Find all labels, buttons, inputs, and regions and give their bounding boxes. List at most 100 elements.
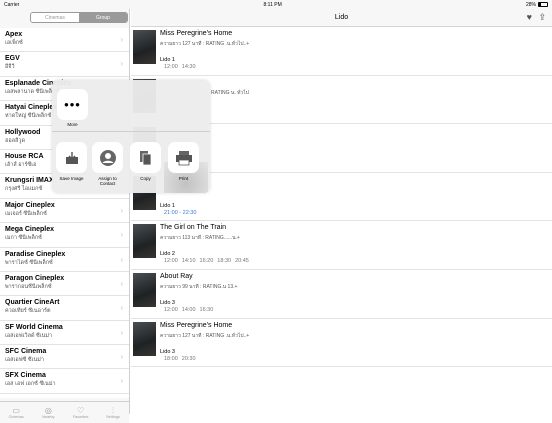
segment-cinemas[interactable]: Cinemas xyxy=(31,13,79,22)
showtime[interactable]: 20:45 xyxy=(235,258,249,264)
cinema-name-th: เมกา ซีนีเพล็กซ์ xyxy=(5,235,42,242)
movie-info: ความยาว 113 นาที : RATING......น.+ xyxy=(160,235,240,242)
segment-group[interactable]: Group xyxy=(79,13,127,22)
hall-label: Lido 2 xyxy=(160,251,175,258)
cinema-row[interactable]: Quartier CineArt ควอเทียร์ ซีเนอาร์ต › xyxy=(0,296,129,321)
cinema-row[interactable]: SFC Cinema เอสเอฟซี ซีเนม่า › xyxy=(0,345,129,370)
tab-settings[interactable]: ⫶ Settings xyxy=(97,402,129,423)
chevron-right-icon: › xyxy=(120,278,123,288)
showtimes: 18:00 20:30 xyxy=(164,356,196,362)
chevron-right-icon: › xyxy=(120,327,123,337)
tab-label: Favorites xyxy=(72,415,89,419)
showtime[interactable]: 12:00 xyxy=(164,307,178,313)
battery-percent: 28% xyxy=(525,1,536,8)
action-label: Copy xyxy=(140,176,151,181)
tab-label: Cinemas xyxy=(8,415,24,419)
cinema-name-th: พารากอนซีนีเพล็กซ์ xyxy=(5,283,52,290)
status-right: 28% xyxy=(526,2,548,8)
cinema-name-th: อีจีวี xyxy=(5,64,15,71)
cinema-name-en: Quartier CineArt xyxy=(5,299,60,307)
status-bar: Carrier 8:11 PM 28% xyxy=(0,0,552,9)
movie-row[interactable]: Miss Peregrine's Home ความยาว 127 นาที :… xyxy=(131,27,552,76)
movie-info: ความยาว 99 นาที : RATING.น 13.+ xyxy=(160,283,238,290)
print-icon xyxy=(168,142,199,173)
showtime[interactable]: 18:00 xyxy=(164,356,178,362)
chevron-right-icon: › xyxy=(120,205,123,215)
tab-label: Nearby xyxy=(42,415,55,419)
action-label: Save Image xyxy=(59,176,84,181)
movie-info: ความยาว 127 นาที : RATING .น.ทั่วไป..+ xyxy=(160,41,250,47)
ellipsis-icon: ••• xyxy=(64,97,81,112)
more-button[interactable]: ••• xyxy=(57,89,88,120)
cinema-list-pane: Cinemas Group Apex เอเพ็กซ์ › EGV อีจีวี › E… xyxy=(0,9,130,423)
movie-info: ความยาว 127 นาที : RATING .น.ทั่วไป..+ xyxy=(160,332,250,339)
tab-cinemas[interactable]: ▭ Cinemas xyxy=(0,402,32,423)
save-image-button[interactable]: Save Image xyxy=(56,142,87,181)
copy-button[interactable]: Copy xyxy=(130,142,161,181)
tab-favorites[interactable]: ♡ Favorites xyxy=(65,402,97,423)
hall-label: Lido 3 xyxy=(160,348,175,355)
showtime[interactable]: 12:00 xyxy=(164,258,178,264)
showtime[interactable]: 16:20 xyxy=(200,258,214,264)
chevron-right-icon: › xyxy=(120,303,123,313)
cinema-name-en: Apex xyxy=(5,31,23,38)
movie-title: Miss Peregrine's Home xyxy=(160,321,233,329)
showtimes: 12:00 14:30 xyxy=(164,64,196,70)
cinema-name-th: เอสเอฟซี ซีเนม่า xyxy=(5,357,44,364)
cinema-name-th: ควอเทียร์ ซีเนอาร์ต xyxy=(5,308,51,315)
favorite-heart-icon[interactable]: ♥ xyxy=(527,12,532,22)
movie-poster xyxy=(133,321,156,356)
cinema-row[interactable]: Major Cineplex เมเจอร์ ซีนีเพล็กซ์ › xyxy=(0,198,129,224)
share-sheet-top-row: ••• More xyxy=(52,80,210,193)
cinema-row[interactable]: Apex เอเพ็กซ์ › xyxy=(0,28,129,53)
movie-row[interactable]: About Ray ความยาว 99 นาที : RATING.น 13.… xyxy=(131,269,552,319)
carrier-label: Carrier xyxy=(4,1,20,8)
showtime[interactable]: 18:30 xyxy=(217,258,231,264)
assign-contact-button[interactable]: Assign to Contact xyxy=(92,142,123,186)
clock: 8:11 PM xyxy=(263,1,282,8)
movie-poster xyxy=(133,272,156,307)
showtime[interactable]: 14:00 xyxy=(182,307,196,313)
showtimes: 21:00 - 22:30 xyxy=(164,210,196,216)
share-actions-row: Save Image Assign to Contact Copy Print xyxy=(52,133,210,193)
hall-label: Lido 1 xyxy=(160,202,175,209)
showtime[interactable]: 20:30 xyxy=(182,356,196,362)
share-icon[interactable]: ⇪ xyxy=(538,12,546,23)
copy-icon xyxy=(130,142,161,173)
hall-label: Lido 3 xyxy=(160,299,175,306)
cinema-row[interactable]: Paragon Cineplex พารากอนซีนีเพล็กซ์ › xyxy=(0,271,129,297)
cinema-row[interactable]: Paradise Cineplex พาราไดซ์ ซีนีเพล็กซ์ › xyxy=(0,247,129,272)
movie-poster xyxy=(133,30,156,64)
more-label: More xyxy=(67,122,78,127)
tab-nearby[interactable]: ◎ Nearby xyxy=(32,402,64,423)
showtime[interactable]: 21:00 - 22:30 xyxy=(164,210,196,216)
movie-row[interactable]: Miss Peregrine's Home ความยาว 127 นาที :… xyxy=(131,318,552,368)
cinema-row[interactable]: SFX Cinema เอส เอฟ เอกซ์ ซีเนม่า › xyxy=(0,369,129,394)
print-button[interactable]: Print xyxy=(168,142,199,181)
cinema-name-en: SFX Cinema xyxy=(5,372,46,380)
movie-row[interactable]: The Girl on The Train ความยาว 113 นาที :… xyxy=(131,221,552,270)
chevron-right-icon: › xyxy=(120,35,123,44)
battery-icon xyxy=(537,2,548,7)
cinema-row[interactable]: Mega Cineplex เมกา ซีนีเพล็กซ์ › xyxy=(0,223,129,248)
cinema-name-en: SFC Cinema xyxy=(5,348,47,356)
cinema-name-en: EGV xyxy=(5,55,20,63)
showtime[interactable]: 12:00 xyxy=(164,64,178,70)
cinema-name-en: Major Cineplex xyxy=(5,201,55,209)
showtime[interactable]: 14:30 xyxy=(182,64,196,70)
chevron-right-icon: › xyxy=(120,352,123,362)
cinema-name-en: Paradise Cineplex xyxy=(5,250,66,258)
chevron-right-icon: › xyxy=(120,59,123,69)
showtime[interactable]: 14:10 xyxy=(182,258,196,264)
cinema-row[interactable]: EGV อีจีวี › xyxy=(0,52,129,77)
cinema-name-th: เอส เอฟ เอกซ์ ซีเนม่า xyxy=(5,381,56,388)
segmented-control[interactable]: Cinemas Group xyxy=(30,12,128,23)
action-label: Print xyxy=(178,176,189,181)
movie-title: The Girl on The Train xyxy=(160,224,227,232)
showtime[interactable]: 16:30 xyxy=(200,307,214,313)
hall-label: Lido 1 xyxy=(160,57,175,63)
cinema-name-en: SF World Cinema xyxy=(5,323,63,331)
movie-title: Miss Peregrine's Home xyxy=(160,30,233,37)
cinema-row[interactable]: SF World Cinema เอสเอฟเวิลด์ ซีเนม่า › xyxy=(0,320,129,346)
showtimes: 12:00 14:00 16:30 xyxy=(164,307,213,313)
